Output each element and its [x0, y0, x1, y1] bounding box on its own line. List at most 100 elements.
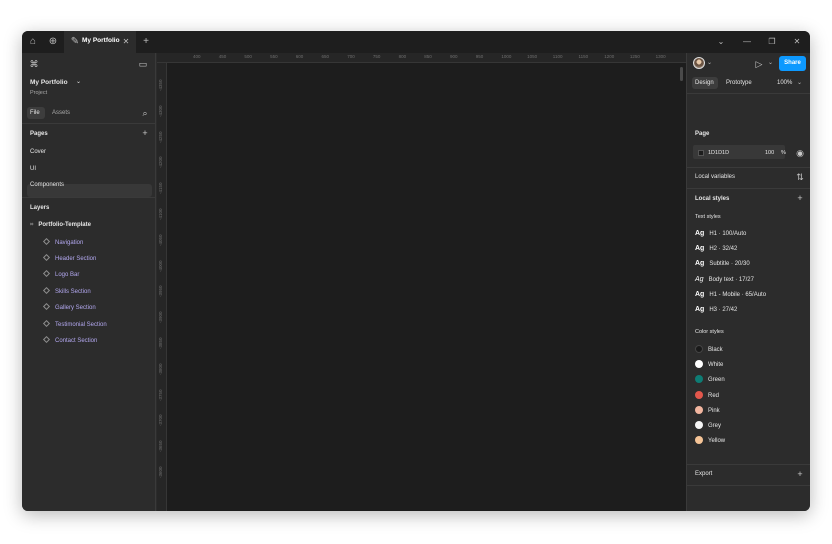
color-style-item[interactable]: Pink [695, 405, 720, 414]
chevron-down-icon[interactable]: ⌄ [76, 78, 81, 85]
ruler-tick: -4000 [158, 260, 163, 272]
layer-item[interactable]: Testimonial Section [42, 319, 107, 328]
tab-design[interactable]: Design [695, 80, 714, 86]
text-style-item[interactable]: Ag H1 · 100/Auto [695, 230, 746, 237]
figma-menu-icon[interactable]: ⌘ [29, 59, 39, 69]
ruler-tick: -3850 [158, 337, 163, 349]
page-color-value[interactable]: 1D1D1D [708, 150, 729, 156]
add-style-icon[interactable]: + [795, 193, 805, 203]
text-style-item[interactable]: Ag Subtitle · 20/30 [695, 260, 750, 267]
page-item-cover[interactable]: Cover [30, 149, 46, 155]
color-style-item[interactable]: Grey [695, 421, 721, 429]
maximize-icon[interactable]: ❐ [765, 35, 779, 49]
color-style-item[interactable]: Black [695, 345, 723, 353]
color-style-item[interactable]: White [695, 360, 724, 369]
pages-heading: Pages [30, 131, 48, 137]
layer-label: Contact Section [55, 338, 98, 344]
window-close-icon[interactable]: ✕ [790, 35, 804, 49]
tab-assets[interactable]: Assets [52, 110, 70, 116]
percent-sign: % [781, 150, 786, 156]
ruler-tick: 1300 [655, 54, 666, 59]
play-icon[interactable]: ▷ [754, 59, 764, 69]
root-layer[interactable]: ⌗ Portfolio-Template [30, 222, 91, 229]
color-style-label: White [708, 362, 724, 369]
color-style-label: Yellow [708, 438, 726, 445]
page-item-components[interactable]: Components [30, 182, 64, 188]
layer-item[interactable]: Navigation [42, 237, 84, 246]
home-icon[interactable]: ⌂ [26, 35, 40, 49]
ruler-tick: 1250 [629, 54, 640, 59]
export-heading: Export [695, 471, 713, 477]
canvas[interactable] [167, 63, 686, 511]
minimize-icon[interactable]: — [740, 35, 754, 49]
close-icon[interactable]: ✕ [121, 35, 131, 49]
chevron-down-icon[interactable]: ⌄ [768, 59, 773, 66]
ruler-tick: 550 [270, 54, 278, 59]
layer-item[interactable]: Contact Section [42, 335, 98, 344]
globe-icon[interactable]: ⊕ [46, 35, 60, 49]
ruler-tick: 400 [193, 54, 201, 59]
text-style-item[interactable]: Ag H3 · 27/42 [695, 306, 737, 313]
root-layer-label: Portfolio-Template [38, 222, 91, 228]
title-bar: ⌂ ⊕ ✎ My Portfolio ✕ + ⌄ — ❐ ✕ [22, 31, 810, 53]
layer-item[interactable]: Logo Bar [42, 269, 79, 278]
color-style-label: Red [708, 392, 720, 399]
ruler-tick: 1150 [578, 54, 589, 59]
text-style-item[interactable]: Ag Body text · 17/27 [695, 276, 754, 283]
page-color-swatch[interactable] [698, 150, 704, 156]
variables-icon[interactable]: ⇅ [795, 172, 805, 182]
color-style-item[interactable]: Yellow [695, 436, 726, 445]
color-styles-heading: Color styles [695, 329, 724, 335]
zoom-level[interactable]: 100% [777, 80, 792, 86]
page-opacity-value[interactable]: 100 [765, 150, 774, 156]
ruler-tick: -3900 [158, 311, 163, 324]
tab-prototype[interactable]: Prototype [726, 80, 752, 86]
color-swatch [695, 375, 703, 384]
text-style-icon: Ag [695, 245, 705, 252]
chevron-down-icon[interactable]: ⌄ [707, 59, 712, 66]
figma-window: ⌂ ⊕ ✎ My Portfolio ✕ + ⌄ — ❐ ✕ ⌘ ▭ My Po… [22, 31, 810, 511]
eye-icon[interactable]: ◉ [795, 148, 805, 158]
page-item-ui[interactable]: UI [30, 166, 36, 172]
ruler-tick: -3950 [158, 285, 163, 298]
search-icon[interactable]: ⌕ [140, 108, 150, 118]
text-style-label: H3 · 27/42 [709, 307, 738, 313]
layer-item[interactable]: Gallery Section [42, 302, 96, 311]
color-style-item[interactable]: Red [695, 390, 720, 399]
layer-label: Navigation [55, 240, 84, 246]
sidebar-toggle-icon[interactable]: ▭ [138, 59, 148, 69]
ruler-tick: 600 [295, 54, 304, 59]
tab-title: My Portfolio [82, 37, 120, 44]
ruler-tick: 750 [372, 54, 381, 59]
add-export-icon[interactable]: + [795, 469, 805, 479]
divider [687, 167, 810, 168]
component-icon [42, 269, 51, 278]
share-button[interactable]: Share [779, 56, 806, 71]
ruler-tick: 950 [475, 54, 484, 59]
chevron-down-icon[interactable]: ⌄ [797, 79, 802, 86]
local-variables[interactable]: Local variables [695, 174, 735, 180]
text-style-label: Body text · 17/27 [708, 277, 754, 283]
frame-icon: ⌗ [30, 222, 34, 228]
plus-icon[interactable]: + [140, 35, 152, 49]
file-name[interactable]: My Portfolio [30, 79, 68, 86]
text-style-icon: Ag [695, 260, 705, 267]
text-style-label: H1 - Mobile · 65/Auto [709, 292, 767, 298]
tab-file[interactable]: File [30, 110, 40, 116]
ruler-tick: -4300 [158, 105, 163, 117]
component-icon [42, 319, 51, 328]
color-style-item[interactable]: Green [695, 375, 725, 384]
ruler-tick: -4200 [158, 156, 163, 169]
layer-item[interactable]: Header Section [42, 253, 96, 262]
color-style-label: Pink [708, 407, 720, 414]
add-page-icon[interactable]: + [140, 128, 150, 138]
avatar[interactable] [693, 57, 705, 69]
layer-item[interactable]: Skills Section [42, 286, 91, 295]
text-style-item[interactable]: Ag H2 · 32/42 [695, 245, 737, 252]
file-subtitle: Project [30, 90, 48, 96]
left-panel: ⌘ ▭ My Portfolio ⌄ Project File Assets ⌕… [22, 53, 156, 511]
divider [22, 197, 156, 198]
chevron-down-icon[interactable]: ⌄ [714, 35, 728, 49]
scrollbar[interactable] [680, 67, 683, 81]
text-style-item[interactable]: Ag H1 - Mobile · 65/Auto [695, 291, 766, 298]
